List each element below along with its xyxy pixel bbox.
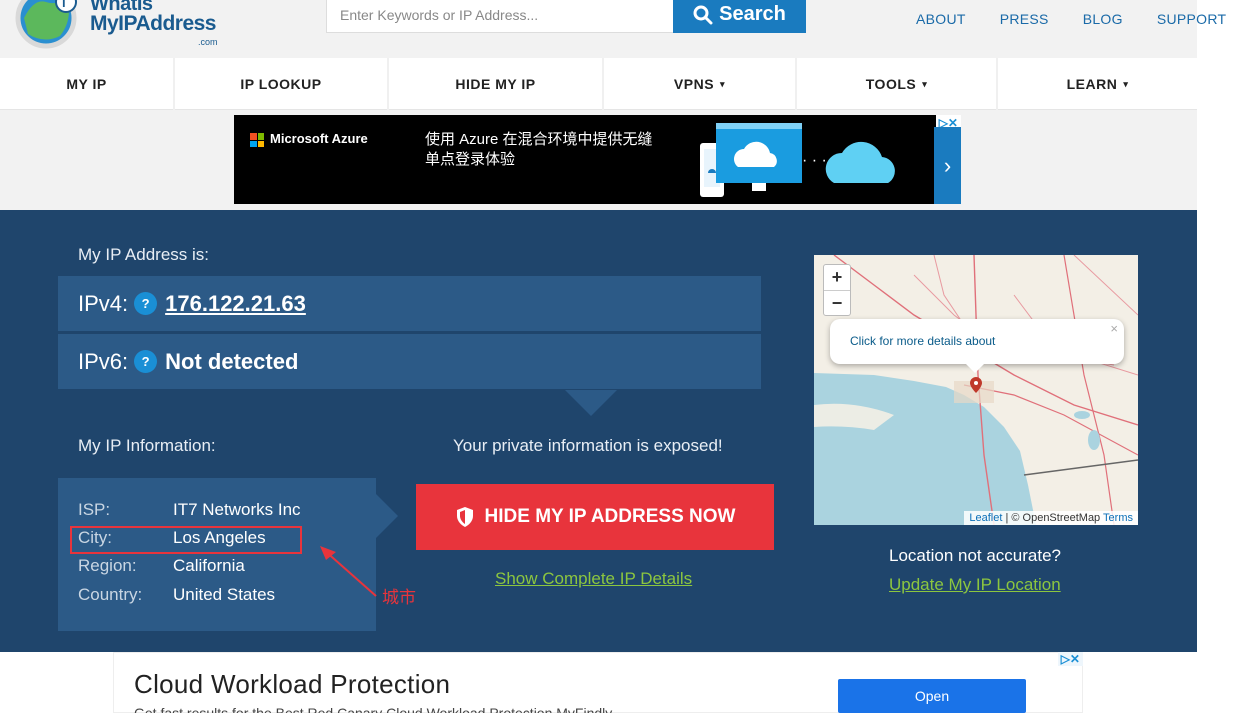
ip-info-section: My IP Address is: IPv4: ? 176.122.21.63 … [0,210,1197,652]
caret-down-icon: ▾ [720,78,726,89]
cloud-devices-illustration-icon: · · · [700,123,895,197]
blog-link[interactable]: BLOG [1083,11,1123,27]
map-zoom-controls: + − [823,264,851,316]
shield-icon [456,507,473,527]
info-value: IT7 Networks Inc [173,500,301,519]
location-pin-icon[interactable] [970,377,982,393]
ad-next-arrow-icon[interactable]: › [934,127,961,204]
svg-text:· · ·: · · · [802,152,827,169]
info-row-isp: ISP: IT7 Networks Inc [78,500,301,520]
about-link[interactable]: ABOUT [916,11,966,27]
page: i WhatIs MyIPAddress .com Search ABOUT P… [0,0,1247,713]
show-ip-details-link[interactable]: Show Complete IP Details [495,569,692,589]
support-link[interactable]: SUPPORT [1157,11,1227,27]
ipv4-row: IPv4: ? 176.122.21.63 [58,276,761,331]
nav-item-ip-lookup[interactable]: IP LOOKUP [175,58,389,110]
help-icon[interactable]: ? [134,350,158,373]
logo-globe-icon[interactable]: i [14,0,84,50]
caret-down-icon: ▾ [1123,78,1129,89]
ad-choices-icon[interactable]: ▷✕ [1057,652,1083,666]
location-map[interactable]: + − Click for more details about × Leafl… [814,255,1138,525]
info-row-region: Region: California [78,556,245,576]
city-highlight-box [70,526,302,554]
nav-item-tools[interactable]: TOOLS ▾ [797,58,998,110]
bottom-ad-subtitle: Get fast results for the Best Red Canary… [134,705,613,713]
my-ip-label: My IP Address is: [78,245,210,264]
bottom-ad-title: Cloud Workload Protection [134,669,451,699]
callout-pointer [565,390,617,416]
map-attribution: Leaflet | © OpenStreetMap Terms [964,511,1138,525]
microsoft-logo-icon [250,133,264,147]
terms-link[interactable]: Terms [1103,512,1133,524]
svg-text:i: i [62,0,66,10]
info-value: California [173,556,245,575]
logo-text[interactable]: WhatIs MyIPAddress .com [90,0,218,47]
logo-line2: MyIPAddress [90,12,217,35]
ipv6-address: Not detected [165,348,299,374]
map-popup-text[interactable]: Click for more details about [850,334,995,348]
ipv4-address[interactable]: 176.122.21.63 [165,291,306,317]
annotation-label: 城市 [382,588,416,607]
zoom-out-button[interactable]: − [824,290,850,315]
nav-item-learn[interactable]: LEARN ▾ [998,58,1197,110]
help-icon[interactable]: ? [134,292,158,315]
search-input[interactable] [326,0,674,33]
press-link[interactable]: PRESS [1000,11,1049,27]
info-key: Country: [78,585,143,604]
hide-my-ip-button[interactable]: HIDE MY IP ADDRESS NOW [416,484,774,550]
nav-label: LEARN [1066,76,1118,92]
info-key: ISP: [78,500,111,519]
caret-down-icon: ▾ [922,78,928,89]
zoom-in-button[interactable]: + [824,265,850,290]
search-button[interactable]: Search [673,0,806,33]
exposed-warning: Your private information is exposed! [453,436,723,455]
ad-text: 使用 Azure 在混合环境中提供无缝单点登录体验 [425,131,653,168]
ipv6-row: IPv6: ? Not detected [58,334,761,389]
ad-brand: Microsoft Azure [270,131,368,146]
nav-label: TOOLS [865,76,917,92]
info-value: United States [173,585,276,604]
top-links: ABOUT PRESS BLOG SUPPORT [916,11,1247,27]
osm-attribution: | © OpenStreetMap [1002,512,1104,524]
nav-label: IP LOOKUP [240,76,322,92]
nav-label: MY IP [66,76,107,92]
search-icon [693,5,713,24]
leaflet-link[interactable]: Leaflet [969,512,1002,524]
popup-tip [966,364,984,373]
nav-label: HIDE MY IP [455,76,536,92]
annotation-arrow-icon [320,546,377,597]
info-box-pointer [376,494,398,538]
hide-my-ip-label: HIDE MY IP ADDRESS NOW [484,506,736,527]
ipv4-label: IPv4: [78,290,129,316]
site-header: i WhatIs MyIPAddress .com Search ABOUT P… [0,0,1226,58]
logo-domain: .com [198,37,218,47]
nav-item-hide-my-ip[interactable]: HIDE MY IP [389,58,604,110]
ipv6-label: IPv6: [78,348,129,374]
bottom-ad[interactable]: Cloud Workload Protection Get fast resul… [113,652,1083,713]
map-popup[interactable]: Click for more details about × [830,319,1124,364]
azure-ad[interactable]: Microsoft Azure 使用 Azure 在混合环境中提供无缝单点登录体… [234,115,961,204]
nav-item-my-ip[interactable]: MY IP [0,58,175,110]
main-nav: MY IP IP LOOKUP HIDE MY IP VPNS ▾ TOOLS … [0,58,1197,110]
location-question: Location not accurate? [889,546,1062,565]
nav-item-vpns[interactable]: VPNS ▾ [604,58,797,110]
popup-close-icon[interactable]: × [1110,321,1118,336]
update-location-link[interactable]: Update My IP Location [889,575,1061,595]
nav-label: VPNS [673,76,715,92]
search-button-label: Search [719,3,786,25]
ip-info-label: My IP Information: [78,436,216,455]
open-button[interactable]: Open [838,679,1026,713]
info-row-country: Country: United States [78,585,275,605]
info-key: Region: [78,556,137,575]
